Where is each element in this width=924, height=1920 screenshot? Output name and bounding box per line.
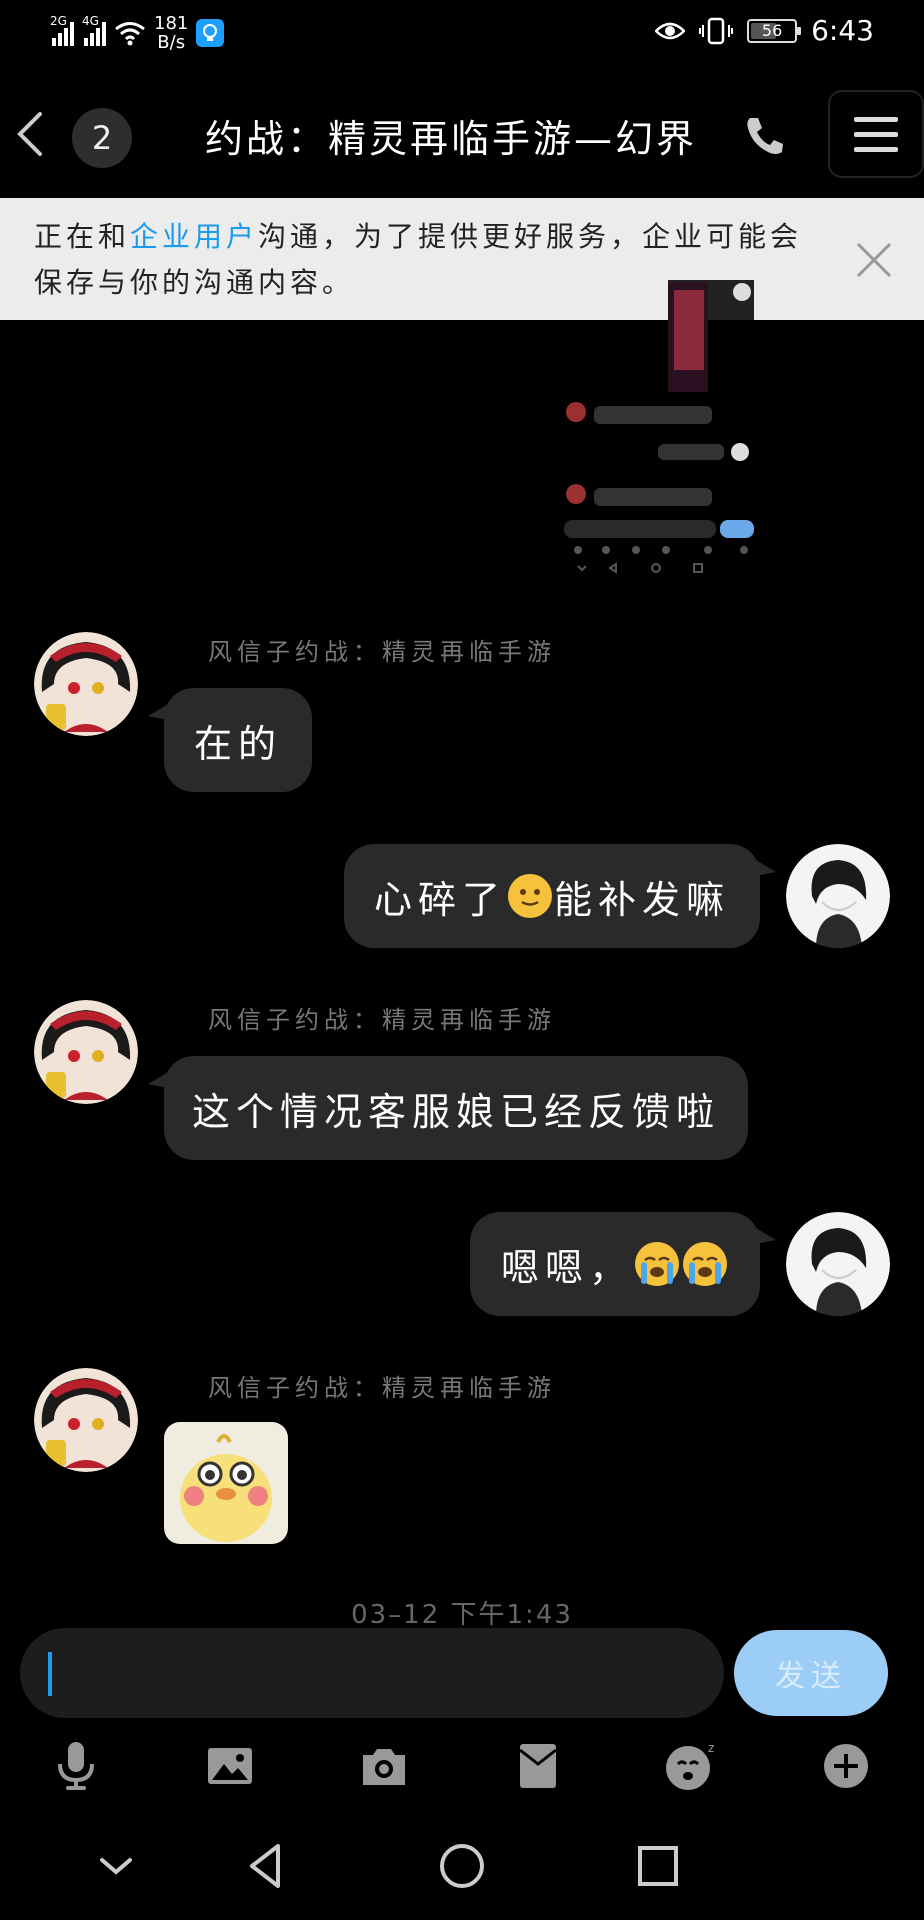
recents-square-icon[interactable] <box>628 1836 688 1896</box>
network-speed: 181 B/s <box>154 13 189 53</box>
message-bubble-outgoing[interactable]: 心碎了 能补发嘛 <box>344 844 776 948</box>
home-circle-icon[interactable] <box>432 1836 492 1896</box>
text-cursor <box>48 1652 52 1696</box>
crying-face-emoji-icon <box>635 1242 679 1286</box>
vibrate-icon <box>699 17 734 44</box>
sender-avatar[interactable] <box>34 1000 138 1104</box>
status-bar: 2G 4G 181 B/s 56 6:43 <box>0 0 924 70</box>
sender-name: 风信子约战：精灵再临手游 <box>208 638 556 666</box>
sender-avatar[interactable] <box>34 1368 138 1472</box>
send-button[interactable]: 发送 <box>734 1630 888 1716</box>
lightbulb-icon <box>196 19 225 47</box>
sticker-icon[interactable]: z <box>664 1736 720 1796</box>
sender-name: 风信子约战：精灵再临手游 <box>208 1374 556 1402</box>
message-bubble-outgoing[interactable]: 嗯嗯， <box>470 1212 776 1316</box>
enterprise-user-link[interactable]: 企业用户 <box>130 220 258 253</box>
enterprise-notice-banner: 正在和企业用户沟通，为了提供更好服务，企业可能会保存与你的沟通内容。 <box>0 198 924 320</box>
shared-screenshot-image[interactable] <box>558 280 754 580</box>
menu-button[interactable] <box>828 90 924 178</box>
crying-face-emoji-icon <box>683 1242 727 1286</box>
wifi-icon <box>115 22 145 46</box>
signal-2g-icon: 2G <box>50 14 74 46</box>
red-packet-icon[interactable] <box>510 1736 566 1796</box>
close-icon[interactable] <box>852 238 896 282</box>
battery-icon: 56 <box>747 18 802 43</box>
eye-icon <box>655 22 686 39</box>
back-triangle-icon[interactable] <box>236 1836 296 1896</box>
image-icon[interactable] <box>202 1736 258 1796</box>
message-bubble-incoming[interactable]: 这个情况客服娘已经反馈啦 <box>148 1056 748 1160</box>
signal-4g-icon: 4G <box>82 14 106 46</box>
my-avatar[interactable] <box>786 1212 890 1316</box>
sender-name: 风信子约战：精灵再临手游 <box>208 1006 556 1034</box>
unread-count-badge[interactable]: 2 <box>72 108 132 168</box>
my-avatar[interactable] <box>786 844 890 948</box>
chat-header: 2 约战：精灵再临手游—幻界 <box>0 70 924 198</box>
message-bubble-incoming[interactable]: 在的 <box>148 688 312 792</box>
message-input[interactable] <box>20 1628 724 1718</box>
microphone-icon[interactable] <box>48 1736 104 1796</box>
duck-sticker-image[interactable] <box>164 1422 288 1544</box>
hide-keyboard-icon[interactable] <box>86 1836 146 1896</box>
slightly-smiling-emoji-icon <box>508 874 552 918</box>
message-timestamp: 03–12 下午1:43 <box>351 1600 573 1630</box>
sender-avatar[interactable] <box>34 632 138 736</box>
back-icon[interactable] <box>10 106 50 162</box>
svg-text:z: z <box>708 1741 714 1755</box>
clock: 6:43 <box>811 14 874 47</box>
phone-icon[interactable] <box>740 112 788 160</box>
plus-icon[interactable] <box>818 1736 874 1796</box>
system-navigation-bar <box>0 1826 924 1916</box>
camera-icon[interactable] <box>356 1736 412 1796</box>
chat-toolbar: z <box>0 1736 924 1806</box>
chat-title: 约战：精灵再临手游—幻界 <box>205 117 698 161</box>
